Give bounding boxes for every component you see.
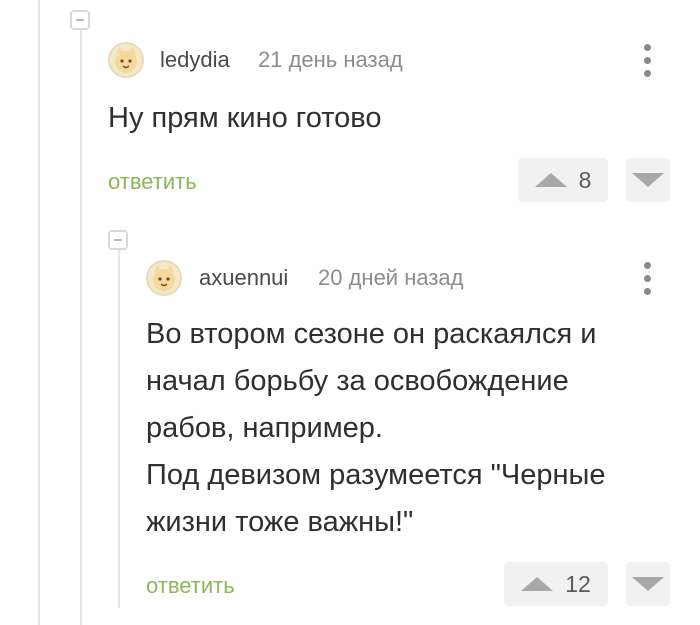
comment-time: 20 дней назад	[318, 265, 464, 290]
cat-avatar-icon	[115, 47, 137, 73]
comment-text-line: Во втором сезоне он раскаялся и	[146, 318, 597, 350]
arrow-up-icon	[521, 577, 554, 591]
comment-username[interactable]: ledydia	[160, 47, 230, 73]
upvote-button[interactable]: 8	[518, 158, 608, 202]
comment-text-line: начал борьбу за освобождение	[146, 365, 569, 397]
arrow-down-icon	[632, 173, 664, 187]
comment-text-line: Под девизом разумеется "Черные	[146, 459, 606, 491]
collapse-toggle-comment-2[interactable]	[108, 230, 128, 250]
more-options-icon[interactable]	[644, 44, 652, 78]
comment-username[interactable]: axuennui	[199, 265, 288, 291]
comment-text: Во втором сезоне он раскаялся и начал бо…	[146, 311, 605, 546]
reply-link[interactable]: ответить	[146, 573, 235, 599]
arrow-up-icon	[534, 173, 567, 187]
rating-count: 12	[565, 570, 591, 597]
rating-count: 8	[578, 166, 592, 193]
comment-text-line: рабов, например.	[146, 412, 383, 444]
comment-text-line: жизни тоже важны!"	[146, 506, 414, 538]
comment-text: Ну прям кино готово	[108, 95, 382, 142]
more-options-icon[interactable]	[644, 262, 652, 296]
upvote-button[interactable]: 12	[504, 562, 608, 606]
reply-link[interactable]: ответить	[108, 169, 197, 195]
cat-avatar-icon	[153, 265, 175, 291]
thread-line-outer	[38, 0, 40, 625]
user-avatar[interactable]	[108, 42, 144, 78]
arrow-down-icon	[632, 577, 664, 591]
collapse-toggle-comment-1[interactable]	[70, 10, 90, 30]
downvote-button[interactable]	[626, 562, 670, 606]
comment-time: 21 день назад	[258, 47, 403, 72]
thread-line-level1	[80, 26, 82, 625]
downvote-button[interactable]	[626, 158, 670, 202]
user-avatar[interactable]	[146, 260, 182, 296]
thread-line-level2	[118, 248, 120, 608]
comment-text-line: Ну прям кино готово	[108, 102, 382, 134]
